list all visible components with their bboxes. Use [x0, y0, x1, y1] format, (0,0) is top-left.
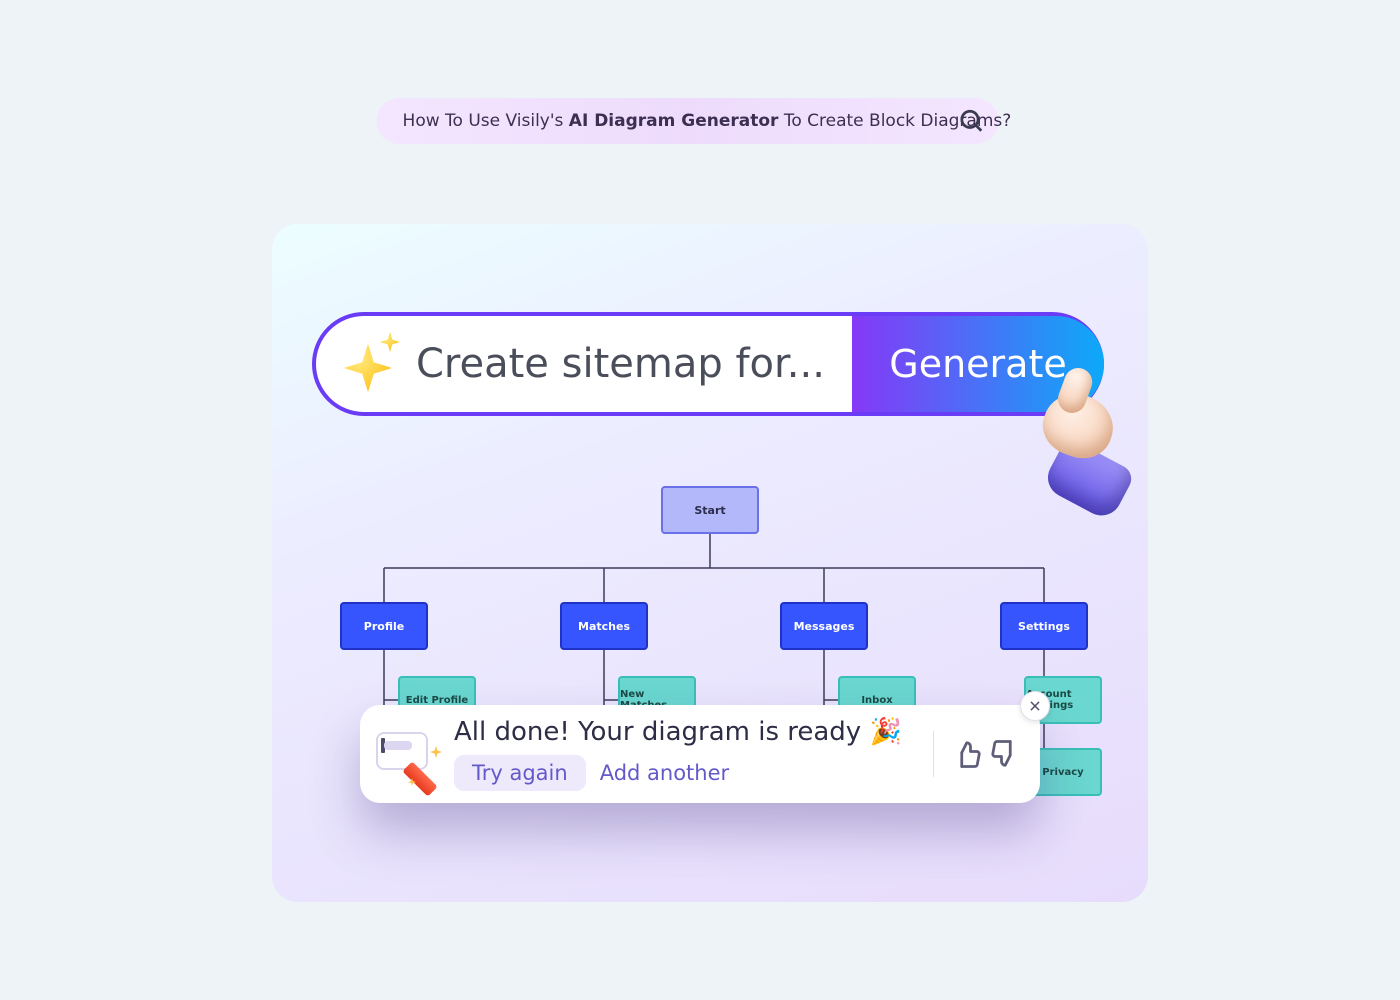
close-icon[interactable] [1020, 691, 1050, 721]
prompt-input[interactable]: Create sitemap for... [416, 341, 852, 387]
node-settings[interactable]: Settings [1000, 602, 1088, 650]
node-messages[interactable]: Messages [780, 602, 868, 650]
toast-title: All done! Your diagram is ready 🎉 [454, 717, 917, 747]
prompt-bar: Create sitemap for... Generate [312, 312, 1104, 416]
try-again-button[interactable]: Try again [454, 755, 586, 791]
search-icon[interactable] [959, 108, 985, 134]
node-matches[interactable]: Matches [560, 602, 648, 650]
page-search-pill[interactable]: How To Use Visily's AI Diagram Generator… [377, 98, 999, 144]
thumbs-down-icon[interactable] [986, 736, 1022, 772]
node-profile[interactable]: Profile [340, 602, 428, 650]
node-start[interactable]: Start [661, 486, 759, 534]
generate-button[interactable]: Generate [852, 316, 1104, 412]
generation-toast: All done! Your diagram is ready 🎉 Try ag… [360, 705, 1040, 803]
generate-button-label: Generate [889, 342, 1066, 386]
thumbs-up-icon[interactable] [950, 736, 986, 772]
sparkle-icon [336, 330, 404, 398]
search-text-bold: AI Diagram Generator [569, 111, 779, 131]
search-text-prefix: How To Use Visily's [403, 111, 564, 131]
magic-wand-icon [374, 728, 440, 780]
toast-divider [933, 731, 934, 777]
add-another-button[interactable]: Add another [600, 761, 729, 785]
